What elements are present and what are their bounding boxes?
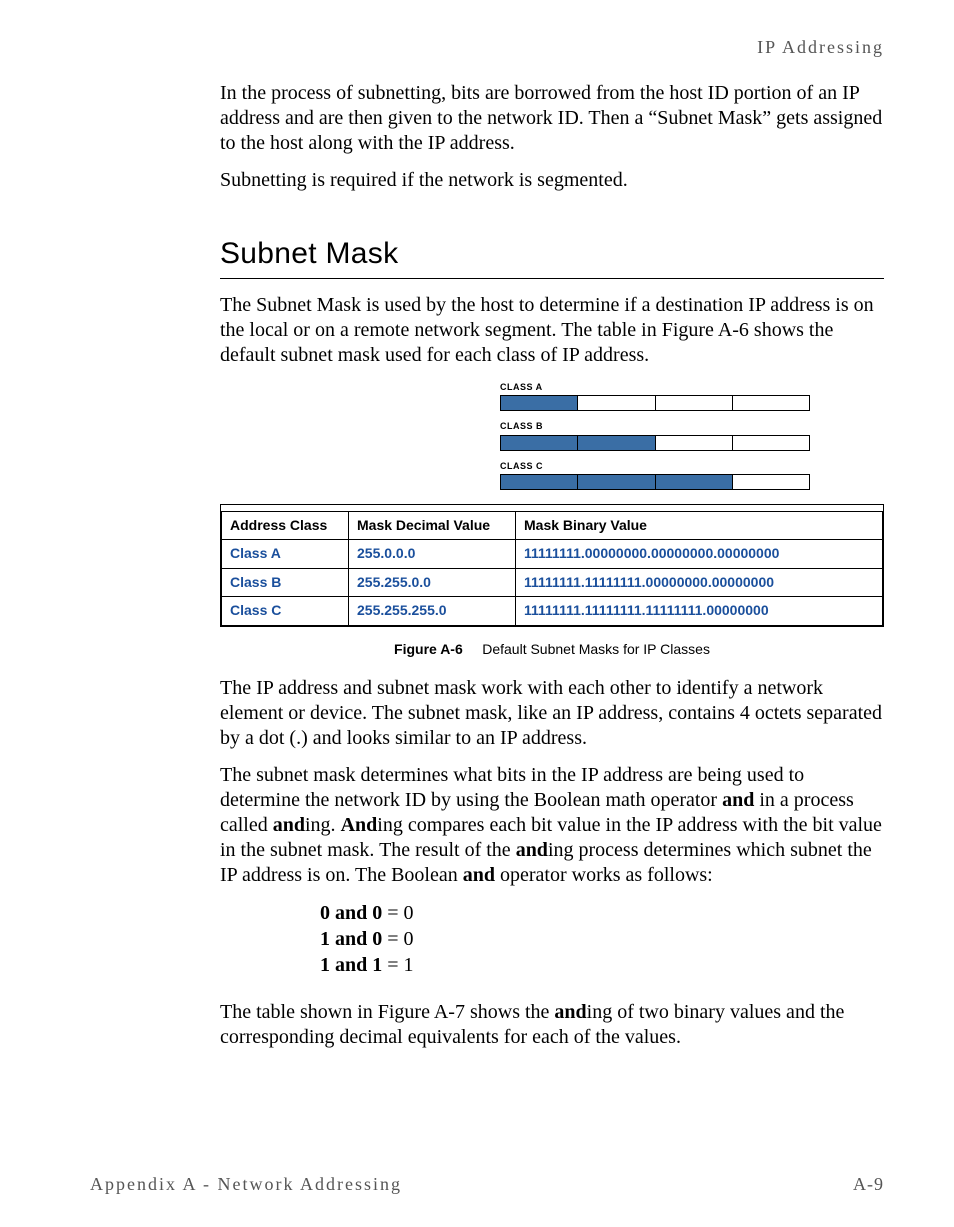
octet-empty (733, 475, 809, 489)
bool-eq: = 0 (382, 928, 413, 950)
body-paragraph-1: The Subnet Mask is used by the host to d… (220, 293, 884, 368)
diagram-octets-b (500, 435, 810, 451)
diagram-class-b: CLASS B (500, 421, 884, 450)
mask-table-wrap: Address Class Mask Decimal Value Mask Bi… (220, 504, 884, 627)
body-paragraph-2: The IP address and subnet mask work with… (220, 676, 884, 751)
bold-and-cap: And (341, 814, 378, 836)
cell-class: Class C (222, 597, 349, 626)
footer-appendix-title: Appendix A - Network Addressing (90, 1173, 402, 1196)
body-paragraph-4: The table shown in Figure A-7 shows the … (220, 1000, 884, 1050)
octet-fill (656, 475, 733, 489)
intro-paragraph-2: Subnetting is required if the network is… (220, 168, 884, 193)
table-row: Class C 255.255.255.0 11111111.11111111.… (222, 597, 883, 626)
page-content: In the process of subnetting, bits are b… (220, 81, 884, 1051)
diagram-label-a: CLASS A (500, 382, 884, 393)
diagram-octets-c (500, 474, 810, 490)
body-paragraph-3: The subnet mask determines what bits in … (220, 763, 884, 888)
class-octet-diagram: CLASS A CLASS B CLASS C (500, 382, 884, 490)
th-mask-decimal: Mask Decimal Value (349, 511, 516, 540)
bool-line-1: 0 and 0 = 0 (320, 900, 884, 926)
octet-empty (578, 396, 655, 410)
bool-line-3: 1 and 1 = 1 (320, 952, 884, 978)
octet-fill (501, 396, 578, 410)
bold-and: and (554, 1001, 586, 1023)
table-header-row: Address Class Mask Decimal Value Mask Bi… (222, 511, 883, 540)
bold-and: and (722, 789, 754, 811)
figure-block: CLASS A CLASS B CLASS C (220, 382, 884, 658)
figure-label: Figure A-6 (394, 641, 463, 657)
octet-fill (501, 436, 578, 450)
octet-fill (501, 475, 578, 489)
th-address-class: Address Class (222, 511, 349, 540)
p3-text: The subnet mask determines what bits in … (220, 764, 804, 811)
cell-binary: 11111111.11111111.00000000.00000000 (516, 568, 883, 597)
boolean-truth-table: 0 and 0 = 0 1 and 0 = 0 1 and 1 = 1 (320, 900, 884, 978)
figure-caption-text: Default Subnet Masks for IP Classes (482, 641, 710, 657)
cell-class: Class A (222, 540, 349, 569)
diagram-label-b: CLASS B (500, 421, 884, 432)
bool-expr: 1 and 0 (320, 928, 382, 950)
p3-text: ing. (305, 814, 341, 836)
bool-eq: = 0 (382, 902, 413, 924)
p3-text: operator works as follows: (495, 864, 713, 886)
octet-empty (733, 396, 809, 410)
bool-expr: 1 and 1 (320, 954, 382, 976)
page-footer: Appendix A - Network Addressing A-9 (90, 1173, 884, 1196)
bold-and: and (463, 864, 495, 886)
table-row: Class A 255.0.0.0 11111111.00000000.0000… (222, 540, 883, 569)
bool-line-2: 1 and 0 = 0 (320, 926, 884, 952)
mask-table: Address Class Mask Decimal Value Mask Bi… (221, 511, 883, 626)
cell-binary: 11111111.00000000.00000000.00000000 (516, 540, 883, 569)
octet-empty (733, 436, 809, 450)
section-heading-subnet-mask: Subnet Mask (220, 235, 884, 280)
bool-expr: 0 and 0 (320, 902, 382, 924)
cell-decimal: 255.0.0.0 (349, 540, 516, 569)
diagram-octets-a (500, 395, 810, 411)
intro-paragraph-1: In the process of subnetting, bits are b… (220, 81, 884, 156)
th-mask-binary: Mask Binary Value (516, 511, 883, 540)
table-row: Class B 255.255.0.0 11111111.11111111.00… (222, 568, 883, 597)
running-head: IP Addressing (90, 36, 884, 59)
cell-decimal: 255.255.0.0 (349, 568, 516, 597)
octet-empty (656, 436, 733, 450)
bold-and: and (273, 814, 305, 836)
figure-caption: Figure A-6 Default Subnet Masks for IP C… (220, 641, 884, 659)
bool-eq: = 1 (382, 954, 413, 976)
cell-class: Class B (222, 568, 349, 597)
bold-and: and (516, 839, 548, 861)
cell-binary: 11111111.11111111.11111111.00000000 (516, 597, 883, 626)
octet-fill (578, 436, 655, 450)
p4-text: The table shown in Figure A-7 shows the (220, 1001, 554, 1023)
octet-empty (656, 396, 733, 410)
cell-decimal: 255.255.255.0 (349, 597, 516, 626)
diagram-class-c: CLASS C (500, 461, 884, 490)
footer-page-number: A-9 (853, 1173, 884, 1196)
diagram-class-a: CLASS A (500, 382, 884, 411)
diagram-label-c: CLASS C (500, 461, 884, 472)
figure-caption-sep (467, 641, 479, 657)
octet-fill (578, 475, 655, 489)
